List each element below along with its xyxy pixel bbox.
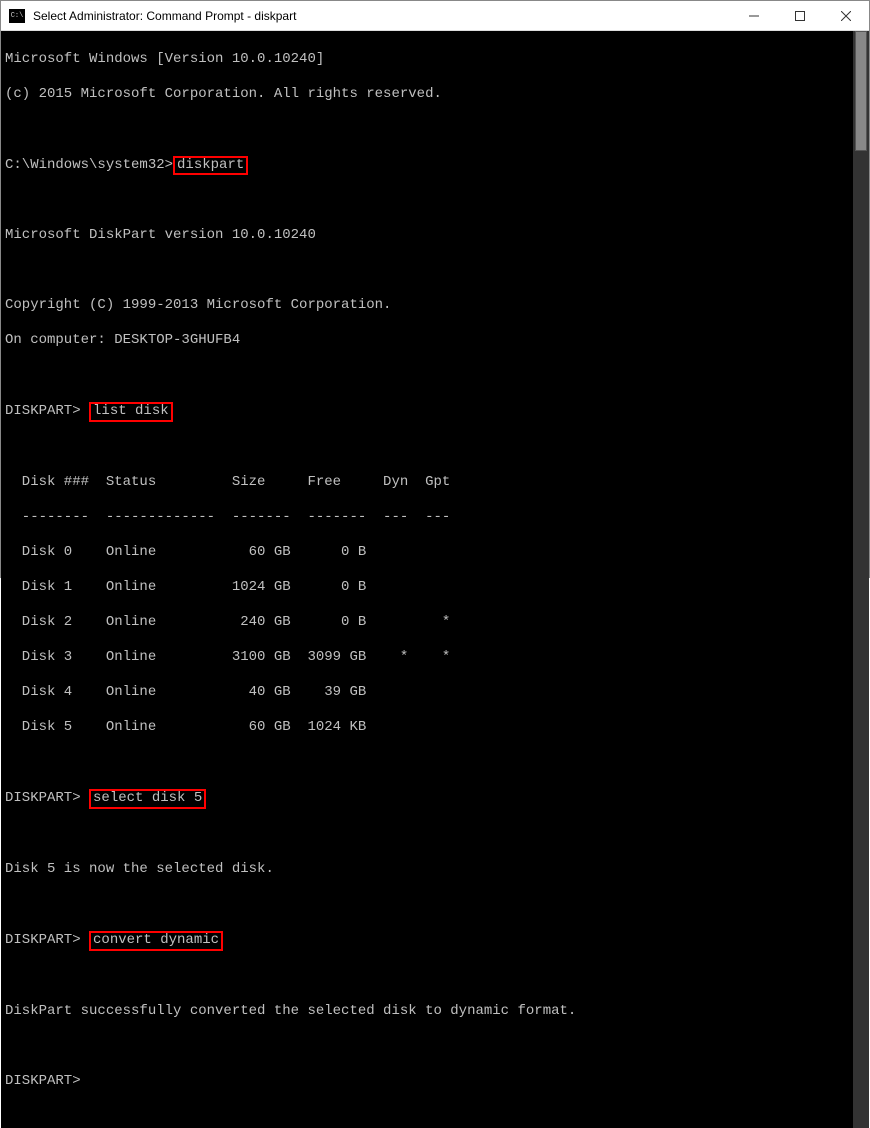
table-divider: -------- ------------- ------- ------- -…: [5, 509, 849, 527]
maximize-button[interactable]: [777, 1, 823, 30]
prompt: DISKPART>: [5, 1073, 849, 1091]
table-row: Disk 2 Online 240 GB 0 B *: [5, 614, 849, 632]
titlebar[interactable]: Select Administrator: Command Prompt - d…: [1, 1, 869, 31]
minimize-button[interactable]: [731, 1, 777, 30]
cmd-icon: [9, 9, 25, 23]
scrollbar[interactable]: [853, 31, 869, 1128]
output-line: Copyright (C) 1999-2013 Microsoft Corpor…: [5, 297, 849, 315]
prompt: DISKPART>: [5, 932, 89, 948]
output-line: Disk 5 is now the selected disk.: [5, 861, 849, 879]
table-row: Disk 3 Online 3100 GB 3099 GB * *: [5, 649, 849, 667]
table-row: Disk 1 Online 1024 GB 0 B: [5, 579, 849, 597]
output-line: DiskPart successfully converted the sele…: [5, 1003, 849, 1021]
prompt: C:\Windows\system32>: [5, 157, 173, 173]
prompt: DISKPART>: [5, 790, 89, 806]
scrollbar-thumb[interactable]: [855, 31, 867, 151]
highlighted-command: select disk 5: [89, 789, 206, 808]
highlighted-command: diskpart: [173, 156, 248, 175]
terminal-area: Microsoft Windows [Version 10.0.10240] (…: [1, 31, 869, 1128]
table-header: Disk ### Status Size Free Dyn Gpt: [5, 474, 849, 492]
table-row: Disk 0 Online 60 GB 0 B: [5, 544, 849, 562]
close-button[interactable]: [823, 1, 869, 30]
terminal-output[interactable]: Microsoft Windows [Version 10.0.10240] (…: [1, 31, 853, 1128]
prompt: DISKPART>: [5, 403, 89, 419]
window-title: Select Administrator: Command Prompt - d…: [33, 9, 731, 23]
output-line: Microsoft DiskPart version 10.0.10240: [5, 227, 849, 245]
table-row: Disk 4 Online 40 GB 39 GB: [5, 684, 849, 702]
window-controls: [731, 1, 869, 30]
command-prompt-window: Select Administrator: Command Prompt - d…: [0, 0, 870, 578]
output-line: Microsoft Windows [Version 10.0.10240]: [5, 51, 849, 69]
highlighted-command: convert dynamic: [89, 931, 223, 950]
highlighted-command: list disk: [89, 402, 173, 421]
output-line: On computer: DESKTOP-3GHUFB4: [5, 332, 849, 350]
output-line: (c) 2015 Microsoft Corporation. All righ…: [5, 86, 849, 104]
table-row: Disk 5 Online 60 GB 1024 KB: [5, 719, 849, 737]
